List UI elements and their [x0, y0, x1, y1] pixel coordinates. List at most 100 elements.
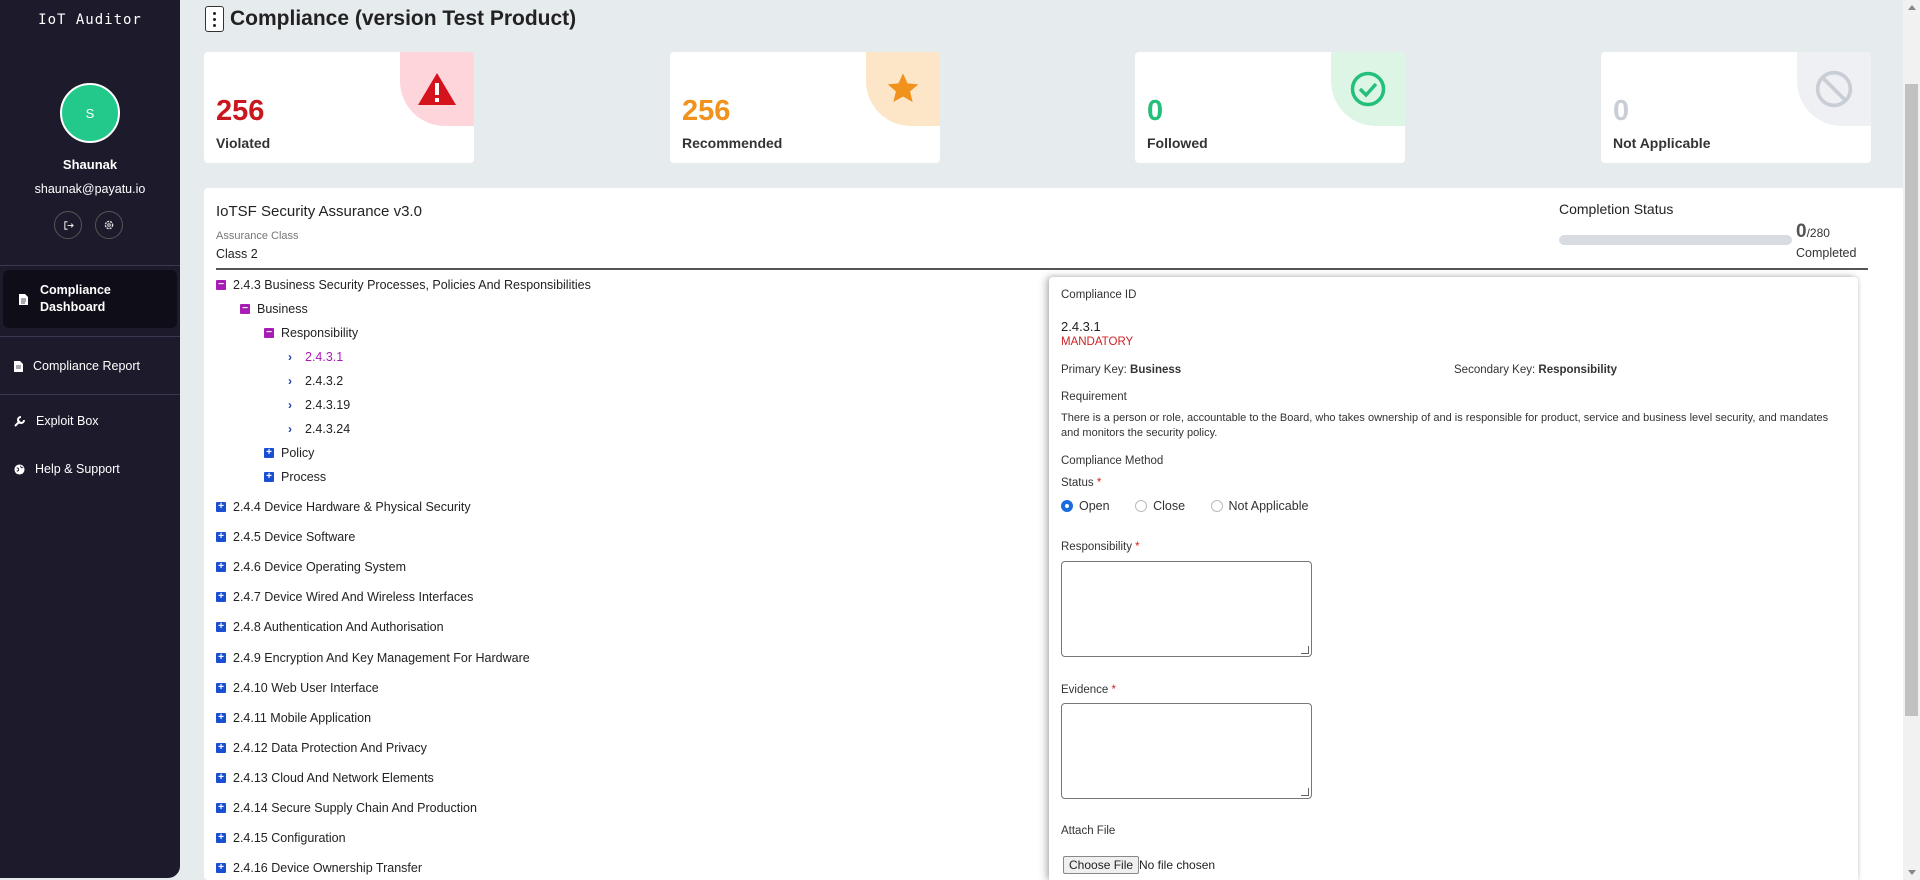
resize-handle[interactable] — [1301, 788, 1309, 796]
choose-file-button[interactable]: Choose File — [1063, 856, 1140, 874]
tree-section[interactable]: +2.4.13 Cloud And Network Elements — [216, 771, 434, 785]
nav-compliance-report[interactable]: Compliance Report — [14, 359, 140, 373]
radio-label: Open — [1079, 499, 1110, 513]
tree-label: 2.4.9 Encryption And Key Management For … — [233, 650, 530, 665]
scroll-down-icon[interactable] — [1908, 870, 1916, 875]
expand-icon[interactable]: + — [216, 502, 226, 512]
check-circle-icon — [1350, 71, 1386, 107]
collapse-icon[interactable]: − — [216, 280, 226, 290]
scroll-thumb[interactable] — [1905, 84, 1918, 716]
tree-label: 2.4.8 Authentication And Authorisation — [233, 620, 444, 635]
page-title: Compliance (version Test Product) — [230, 7, 577, 30]
tree-section[interactable]: +2.4.12 Data Protection And Privacy — [216, 741, 427, 755]
tree-label: 2.4.11 Mobile Application — [233, 710, 372, 725]
tree-label: 2.4.3.2 — [305, 374, 344, 388]
tree-leaf-2-4-3-24[interactable]: › 2.4.3.24 — [288, 422, 350, 436]
chevron-right-icon: › — [288, 422, 292, 436]
primary-key-value: Business — [1130, 364, 1182, 376]
nav-help-support[interactable]: Help & Support — [14, 462, 120, 476]
logout-button[interactable] — [54, 211, 82, 239]
tree-section[interactable]: +2.4.4 Device Hardware & Physical Securi… — [216, 500, 471, 514]
status-option-not-applicable[interactable]: Not Applicable — [1210, 499, 1308, 513]
expand-icon[interactable]: + — [216, 682, 226, 693]
settings-button[interactable] — [95, 211, 123, 239]
nav-divider — [0, 336, 180, 337]
tree-section[interactable]: +2.4.6 Device Operating System — [216, 560, 406, 574]
stat-card-not-applicable: 0 Not Applicable — [1601, 52, 1871, 163]
collapse-icon[interactable]: − — [264, 328, 274, 338]
nav-label: Compliance Dashboard — [40, 283, 111, 314]
tree-section[interactable]: +2.4.16 Device Ownership Transfer — [216, 861, 422, 875]
tree-section[interactable]: +2.4.5 Device Software — [216, 530, 355, 544]
stat-value: 0 — [1613, 95, 1630, 127]
tree-label: 2.4.3 Business Security Processes, Polic… — [233, 278, 591, 292]
tree-section-2-4-3[interactable]: − 2.4.3 Business Security Processes, Pol… — [216, 278, 591, 292]
tree-node-policy[interactable]: + Policy — [264, 446, 314, 460]
collapse-icon[interactable]: − — [240, 304, 250, 314]
responsibility-textarea[interactable] — [1061, 561, 1312, 657]
tree-label: 2.4.4 Device Hardware & Physical Securit… — [233, 500, 471, 514]
stat-icon-bg — [866, 52, 940, 126]
kebab-menu-button[interactable] — [205, 6, 224, 32]
radio-open[interactable] — [1061, 500, 1073, 512]
expand-icon[interactable]: + — [216, 652, 226, 663]
tree-label: 2.4.15 Configuration — [233, 831, 346, 846]
stat-label: Followed — [1147, 135, 1208, 151]
user-name: Shaunak — [62, 157, 118, 172]
tree-node-responsibility[interactable]: − Responsibility — [264, 326, 358, 340]
tree-leaf-2-4-3-19[interactable]: › 2.4.3.19 — [288, 398, 350, 412]
primary-key-label: Primary Key: — [1061, 364, 1127, 376]
expand-icon[interactable]: + — [216, 772, 226, 783]
status-option-open[interactable]: Open — [1061, 499, 1110, 513]
tree-section[interactable]: +2.4.15 Configuration — [216, 831, 346, 845]
completion-progress-bar — [1559, 235, 1792, 245]
tree-label: Policy — [281, 446, 315, 460]
stat-card-recommended: 256 Recommended — [670, 52, 940, 163]
nav-label: Help & Support — [35, 462, 120, 476]
document-icon — [19, 293, 28, 305]
scroll-up-icon[interactable] — [1908, 5, 1916, 10]
assurance-class-value: Class 2 — [216, 247, 258, 261]
report-icon — [14, 360, 23, 372]
evidence-textarea[interactable] — [1061, 703, 1312, 799]
radio-not-applicable[interactable] — [1210, 500, 1223, 512]
tree-section[interactable]: +2.4.10 Web User Interface — [216, 681, 379, 695]
tree-section[interactable]: +2.4.8 Authentication And Authorisation — [216, 620, 444, 634]
expand-icon[interactable]: + — [216, 622, 226, 633]
tree-section[interactable]: +2.4.14 Secure Supply Chain And Producti… — [216, 801, 477, 815]
tree-section[interactable]: +2.4.9 Encryption And Key Management For… — [216, 651, 530, 665]
expand-icon[interactable]: + — [216, 712, 226, 723]
stat-label: Not Applicable — [1613, 135, 1711, 151]
avatar[interactable]: S — [60, 83, 120, 143]
radio-close[interactable] — [1135, 500, 1148, 512]
tree-node-process[interactable]: + Process — [264, 470, 326, 484]
status-option-close[interactable]: Close — [1135, 499, 1185, 513]
tree-node-business[interactable]: − Business — [240, 302, 308, 316]
tree-leaf-2-4-3-2[interactable]: › 2.4.3.2 — [288, 374, 343, 388]
expand-icon[interactable]: + — [264, 472, 274, 482]
assurance-class-label: Assurance Class — [216, 230, 299, 242]
tree-section[interactable]: +2.4.11 Mobile Application — [216, 711, 371, 725]
tree-section[interactable]: +2.4.7 Device Wired And Wireless Interfa… — [216, 590, 473, 604]
completion-done: 0 — [1796, 221, 1807, 242]
sidebar: IoT Auditor S Shaunak shaunak@payatu.io … — [0, 0, 180, 878]
tree-label: 2.4.7 Device Wired And Wireless Interfac… — [233, 590, 474, 605]
expand-icon[interactable]: + — [216, 742, 226, 753]
expand-icon[interactable]: + — [264, 448, 274, 458]
star-icon — [887, 73, 919, 103]
expand-icon[interactable]: + — [216, 532, 226, 543]
nav-exploit-box[interactable]: Exploit Box — [14, 414, 99, 428]
expand-icon[interactable]: + — [216, 592, 226, 603]
warning-icon — [418, 73, 456, 105]
nav-compliance-dashboard[interactable]: Compliance Dashboard — [3, 270, 177, 328]
expand-icon[interactable]: + — [216, 562, 226, 573]
resize-handle[interactable] — [1301, 646, 1309, 654]
requirement-label: Requirement — [1061, 391, 1127, 403]
evidence-label: Evidence * — [1061, 684, 1116, 696]
expand-icon[interactable]: + — [216, 863, 226, 874]
page-scrollbar[interactable] — [1903, 0, 1920, 880]
expand-icon[interactable]: + — [216, 803, 226, 813]
expand-icon[interactable]: + — [216, 833, 226, 844]
nav-divider — [0, 394, 180, 395]
tree-leaf-2-4-3-1[interactable]: › 2.4.3.1 — [288, 350, 343, 364]
